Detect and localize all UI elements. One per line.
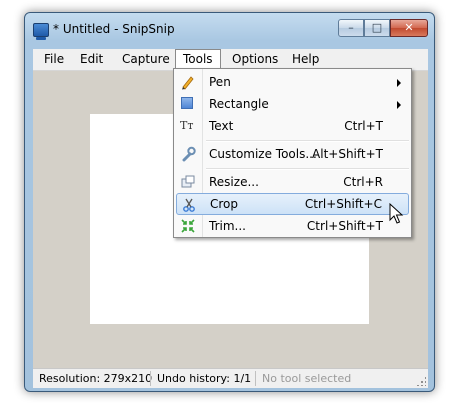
menu-item-label: Pen xyxy=(209,75,231,89)
menu-item-label: Customize Tools... xyxy=(209,147,317,161)
crop-icon xyxy=(183,198,195,212)
status-bar: Resolution: 279x210 Undo history: 1/1 No… xyxy=(33,368,428,388)
menu-item-pen[interactable]: Pen xyxy=(176,71,409,93)
status-separator xyxy=(150,371,151,386)
resize-grip-icon[interactable] xyxy=(416,376,426,386)
menu-item-customize-tools[interactable]: Customize Tools... Alt+Shift+T xyxy=(176,143,409,165)
text-icon: Tт xyxy=(180,119,194,132)
resize-icon xyxy=(181,175,195,188)
menu-item-text[interactable]: Tт Text Ctrl+T xyxy=(176,115,409,137)
status-undo-history: Undo history: 1/1 xyxy=(157,372,252,385)
window-title: * Untitled - SnipSnip xyxy=(53,22,175,36)
menu-edit[interactable]: Edit xyxy=(73,49,110,70)
menu-capture[interactable]: Capture xyxy=(115,49,177,70)
trim-icon xyxy=(181,219,195,233)
status-resolution: Resolution: 279x210 xyxy=(39,372,153,385)
menu-item-shortcut: Alt+Shift+T xyxy=(312,147,383,161)
status-separator xyxy=(255,371,256,386)
menu-item-shortcut: Ctrl+T xyxy=(344,119,383,133)
pen-icon xyxy=(182,76,194,90)
menu-item-label: Crop xyxy=(210,197,239,211)
menu-item-label: Text xyxy=(209,119,234,133)
rectangle-icon xyxy=(181,97,193,109)
menu-item-resize[interactable]: Resize... Ctrl+R xyxy=(176,171,409,193)
menu-tools[interactable]: Tools xyxy=(175,49,221,70)
menu-separator xyxy=(206,140,409,142)
menu-separator xyxy=(206,168,409,170)
menu-help[interactable]: Help xyxy=(285,49,326,70)
tools-dropdown-menu: Pen Rectangle Tт Text Ctrl+T Customize T… xyxy=(173,68,412,238)
menu-item-rectangle[interactable]: Rectangle xyxy=(176,93,409,115)
menu-item-shortcut: Ctrl+Shift+T xyxy=(306,219,383,233)
monitor-app-icon xyxy=(33,23,49,40)
menu-item-shortcut: Ctrl+Shift+C xyxy=(304,197,382,211)
menu-item-label: Resize... xyxy=(209,175,259,189)
status-tool: No tool selected xyxy=(262,372,352,385)
menu-item-crop[interactable]: Crop Ctrl+Shift+C xyxy=(176,193,409,215)
maximize-button[interactable]: □ xyxy=(364,19,390,37)
menu-item-trim[interactable]: Trim... Ctrl+Shift+T xyxy=(176,215,409,237)
close-button[interactable]: ✕ xyxy=(390,19,428,37)
menu-item-label: Trim... xyxy=(209,219,246,233)
minimize-button[interactable]: – xyxy=(338,19,364,37)
title-bar[interactable]: * Untitled - SnipSnip – □ ✕ xyxy=(25,13,434,43)
submenu-arrow-icon xyxy=(397,79,401,87)
mouse-cursor-icon xyxy=(389,203,404,224)
submenu-arrow-icon xyxy=(397,101,401,109)
wrench-icon xyxy=(182,146,196,162)
menu-item-shortcut: Ctrl+R xyxy=(343,175,383,189)
menu-item-label: Rectangle xyxy=(209,97,269,111)
menu-options[interactable]: Options xyxy=(225,49,285,70)
menu-file[interactable]: File xyxy=(37,49,71,70)
